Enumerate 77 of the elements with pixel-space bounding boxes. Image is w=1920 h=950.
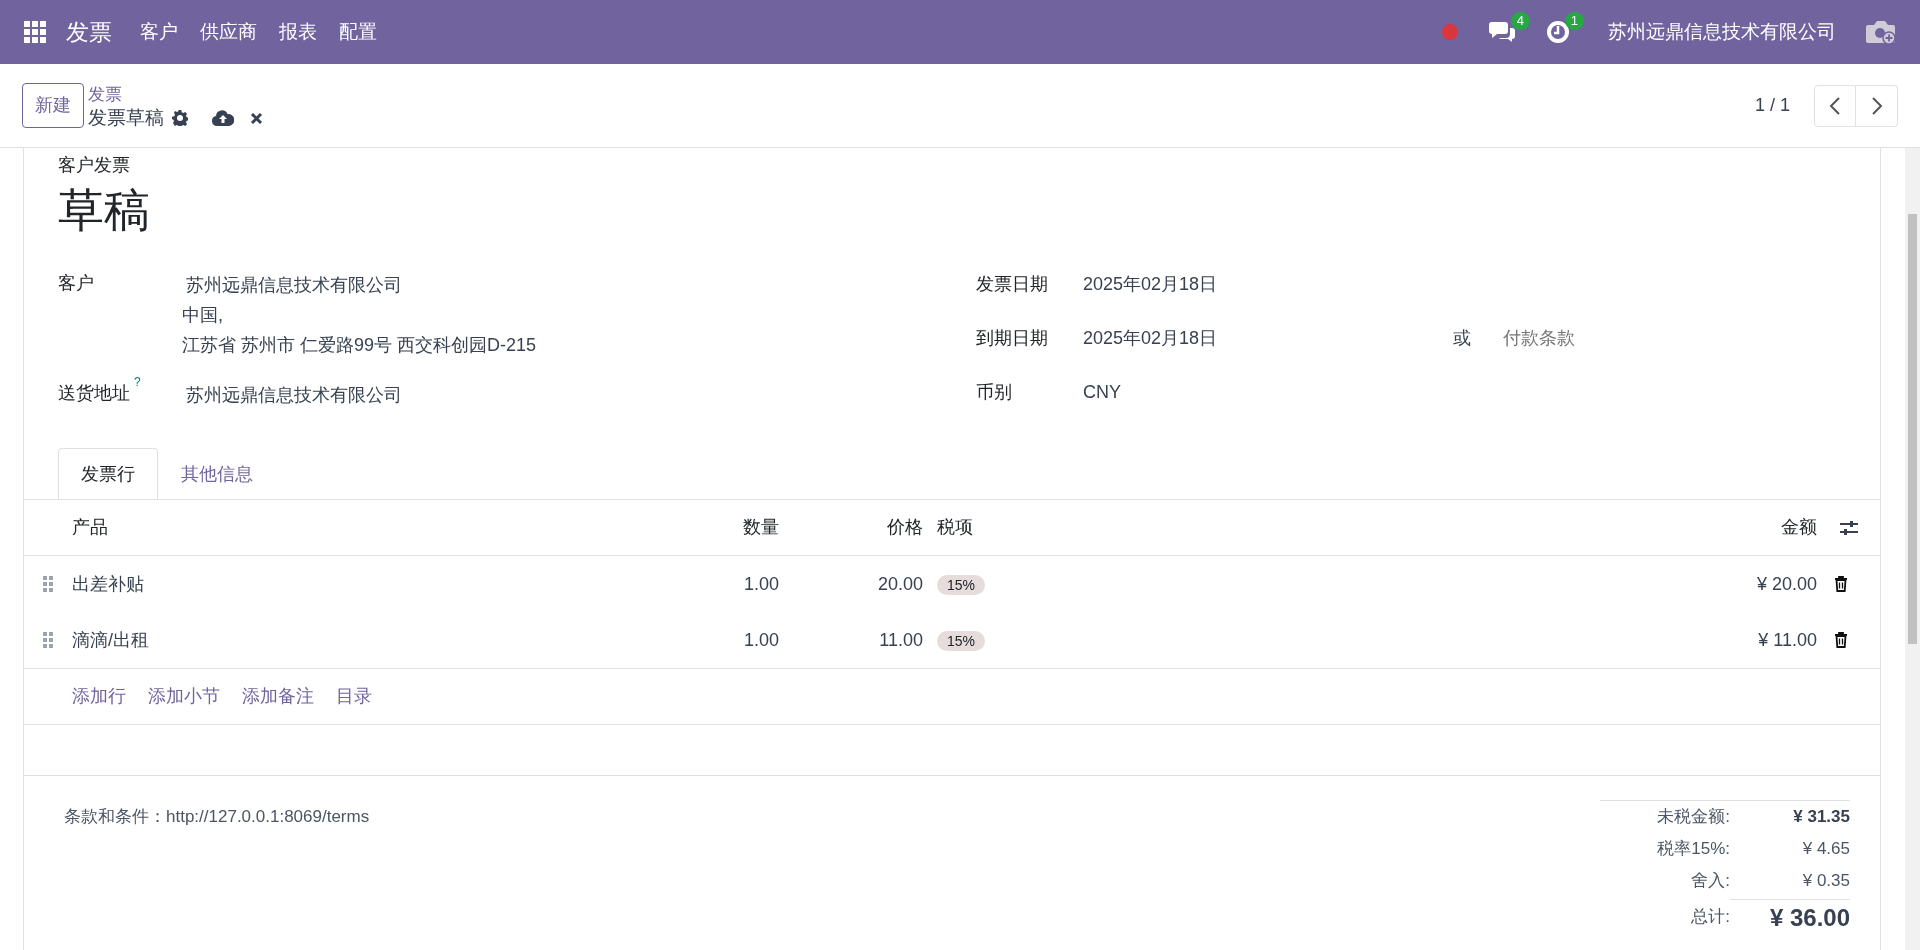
document-type: 客户发票 bbox=[58, 154, 131, 177]
column-header[interactable]: 数量 bbox=[743, 517, 779, 538]
close-icon[interactable] bbox=[250, 111, 263, 125]
column-header[interactable]: 价格 bbox=[887, 517, 923, 538]
total-amount: ¥ 31.35 bbox=[1793, 807, 1850, 827]
menu-item[interactable]: 客户 bbox=[140, 17, 178, 47]
document-title: 草稿 bbox=[58, 183, 151, 238]
total-label: 税率15%: bbox=[1657, 839, 1730, 859]
clock-icon[interactable] bbox=[1546, 20, 1570, 44]
column-header[interactable]: 产品 bbox=[72, 517, 108, 538]
cloud-upload-icon[interactable] bbox=[212, 110, 234, 127]
app-name[interactable]: 发票 bbox=[66, 14, 112, 50]
price-cell[interactable]: 20.00 bbox=[877, 573, 923, 594]
column-header[interactable]: 税项 bbox=[937, 517, 973, 538]
drag-handle-icon[interactable] bbox=[43, 632, 53, 649]
terms-and-conditions: 条款和条件：http://127.0.0.1:8069/terms bbox=[64, 806, 371, 829]
status-dot-icon bbox=[1442, 24, 1458, 40]
pager-counter: 1 / 1 bbox=[1754, 94, 1790, 117]
chevron-left-icon bbox=[1829, 95, 1841, 116]
product-cell[interactable]: 滴滴/出租 bbox=[72, 629, 149, 650]
column-options-icon[interactable] bbox=[1839, 519, 1858, 536]
column-header[interactable]: 金额 bbox=[1781, 517, 1817, 538]
field-label: 到期日期 bbox=[976, 327, 1048, 348]
new-button[interactable]: 新建 bbox=[22, 83, 84, 128]
menu-item[interactable]: 报表 bbox=[279, 17, 317, 47]
previous-button[interactable] bbox=[1814, 84, 1856, 127]
add-link[interactable]: 添加行 bbox=[72, 683, 126, 711]
total-label: 未税金额: bbox=[1657, 807, 1730, 827]
scrollbar[interactable] bbox=[1905, 148, 1920, 950]
field-label: 币别 bbox=[976, 381, 1012, 402]
settings-icon[interactable] bbox=[172, 110, 188, 127]
customer-link[interactable]: 苏州远鼎信息技术有限公司 bbox=[182, 380, 402, 411]
camera-icon[interactable] bbox=[1866, 19, 1896, 45]
field-label: 送货地址 bbox=[58, 383, 130, 404]
next-button[interactable] bbox=[1856, 84, 1898, 127]
quantity-cell[interactable]: 1.00 bbox=[743, 629, 779, 650]
product-cell[interactable]: 出差补贴 bbox=[72, 573, 144, 594]
tax-tag[interactable]: 15% bbox=[937, 630, 986, 651]
amount-cell: ¥ 20.00 bbox=[1756, 573, 1817, 594]
trash-icon[interactable] bbox=[1833, 632, 1848, 649]
amount-cell: ¥ 11.00 bbox=[1758, 629, 1817, 650]
breadcrumb-link[interactable]: 发票 bbox=[88, 84, 122, 104]
apps-menu-icon[interactable] bbox=[24, 21, 46, 43]
tab[interactable]: 发票行 bbox=[58, 448, 158, 501]
address-line: 中国, bbox=[182, 304, 224, 328]
total-label: 舍入: bbox=[1691, 871, 1730, 891]
field-label: 发票日期 bbox=[976, 273, 1048, 294]
field-value[interactable]: CNY bbox=[1083, 377, 1453, 408]
address-line: 江苏省 苏州市 仁爱路99号 西交科创园D-215 bbox=[182, 334, 537, 358]
tax-tag[interactable]: 15% bbox=[937, 574, 986, 595]
menu-item[interactable]: 配置 bbox=[339, 17, 377, 47]
chat-icon[interactable] bbox=[1488, 20, 1516, 44]
field-value[interactable]: 2025年02月18日 bbox=[1083, 323, 1453, 354]
message-count: 4 bbox=[1510, 12, 1530, 30]
help-tooltip-icon[interactable]: ? bbox=[134, 375, 141, 390]
trash-icon[interactable] bbox=[1833, 576, 1848, 593]
add-link[interactable]: 目录 bbox=[336, 683, 372, 711]
quantity-cell[interactable]: 1.00 bbox=[743, 573, 779, 594]
price-cell[interactable]: 11.00 bbox=[879, 629, 923, 650]
add-link[interactable]: 添加备注 bbox=[242, 683, 314, 711]
total-amount: ¥ 4.65 bbox=[1802, 839, 1850, 859]
add-link[interactable]: 添加小节 bbox=[148, 683, 220, 711]
total-amount: ¥ 0.35 bbox=[1802, 871, 1850, 891]
total-amount: ¥ 36.00 bbox=[1769, 903, 1850, 931]
customer-link[interactable]: 苏州远鼎信息技术有限公司 bbox=[182, 270, 537, 301]
record-name: 发票草稿 bbox=[88, 107, 164, 130]
or-label: 或 bbox=[1453, 327, 1471, 351]
total-label: 总计: bbox=[1691, 907, 1730, 927]
chevron-right-icon bbox=[1870, 95, 1883, 116]
payment-terms-field[interactable]: 付款条款 bbox=[1501, 323, 1621, 353]
tab[interactable]: 其他信息 bbox=[158, 448, 276, 501]
drag-handle-icon[interactable] bbox=[43, 576, 53, 593]
company-name[interactable]: 苏州远鼎信息技术有限公司 bbox=[1608, 17, 1836, 47]
field-value[interactable]: 2025年02月18日 bbox=[1083, 269, 1453, 300]
field-label: 客户 bbox=[58, 273, 94, 294]
menu-item[interactable]: 供应商 bbox=[200, 17, 257, 47]
activity-count: 1 bbox=[1564, 12, 1584, 30]
